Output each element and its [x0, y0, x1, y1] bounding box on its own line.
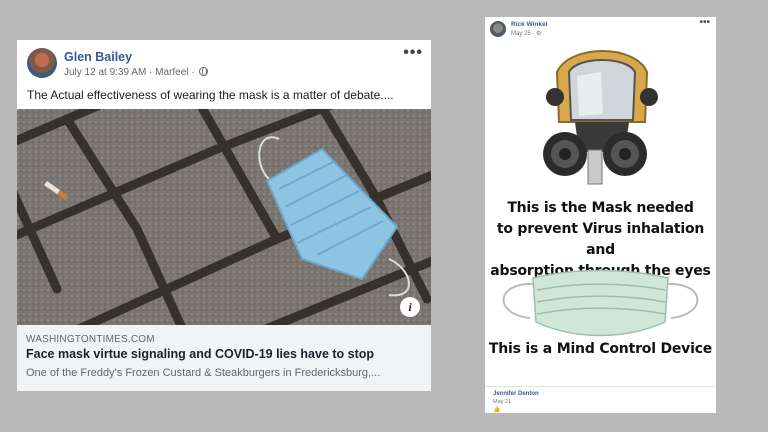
meta-separator: ·	[146, 67, 156, 78]
globe-icon	[199, 67, 209, 76]
link-preview[interactable]: WASHINGTONTIMES.COM Face mask virtue sig…	[17, 325, 431, 391]
gas-mask-illustration	[543, 50, 658, 185]
post-meta: May 25 · ⚙	[511, 30, 541, 37]
link-description: One of the Freddy's Frozen Custard & Ste…	[26, 367, 381, 379]
settings-gear-icon: ⚙	[536, 31, 542, 37]
post-author[interactable]: Glen Bailey	[64, 50, 132, 64]
link-title[interactable]: Face mask virtue signaling and COVID-19 …	[26, 347, 374, 361]
post-text: The Actual effectiveness of wearing the …	[27, 88, 394, 102]
meme-caption-bottom: This is a Mind Control Device	[488, 341, 713, 357]
like-icon[interactable]: 👍	[493, 406, 500, 413]
facebook-post-left: Glen Bailey July 12 at 9:39 AM · Marfeel…	[17, 40, 431, 391]
post-date[interactable]: May 25	[511, 31, 531, 37]
info-icon[interactable]: i	[400, 297, 420, 317]
link-domain: WASHINGTONTIMES.COM	[26, 334, 155, 345]
pavement-mask-illustration	[17, 109, 431, 325]
post-meta: July 12 at 9:39 AM · Marfeel ·	[64, 67, 209, 78]
meme-image[interactable]: This is the Mask needed to prevent Virus…	[485, 42, 716, 386]
post-photo-mask-on-pavement[interactable]: i	[17, 109, 431, 325]
comment-date[interactable]: May 21	[493, 399, 511, 405]
post-author[interactable]: Rick Winkel	[511, 21, 547, 28]
caption-line: to prevent Virus inhalation and	[496, 221, 705, 258]
more-options-button[interactable]: •••	[699, 17, 710, 28]
meta-separator: ·	[188, 67, 198, 78]
caption-line: This is the Mask needed	[507, 200, 694, 216]
comment: Jennifer Denton May 21 👍	[485, 386, 716, 413]
facebook-post-right: Rick Winkel May 25 · ⚙ ••• This is the M…	[485, 17, 716, 413]
surgical-mask-illustration	[502, 269, 699, 337]
post-timestamp[interactable]: July 12 at 9:39 AM	[64, 67, 146, 78]
avatar[interactable]	[27, 48, 57, 78]
more-options-button[interactable]: •••	[403, 44, 423, 62]
comment-author[interactable]: Jennifer Denton	[493, 391, 539, 397]
avatar[interactable]	[490, 21, 506, 37]
post-location[interactable]: Marfeel	[155, 67, 188, 78]
